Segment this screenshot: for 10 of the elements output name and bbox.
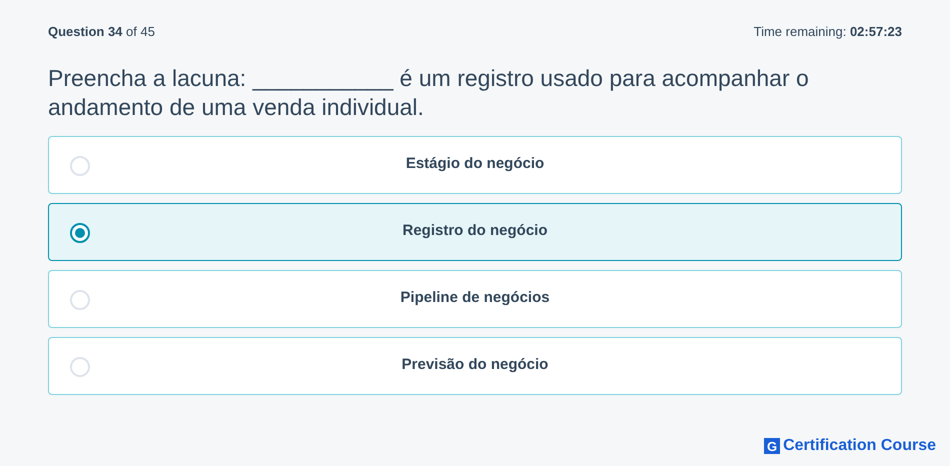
brand-name: Certification Course: [783, 436, 936, 456]
time-remaining: Time remaining: 02:57:23: [754, 23, 902, 41]
answer-option[interactable]: Registro do negócio: [48, 202, 902, 260]
question-counter: Question 34 of 45: [48, 23, 155, 41]
answer-option[interactable]: Estágio do negócio: [48, 136, 902, 194]
answer-option[interactable]: Previsão do negócio: [48, 336, 902, 394]
question-text: Preencha a lacuna: ___________ é um registro usado para acompanhar o andamento de uma venda individual.: [48, 64, 810, 122]
radio-button[interactable]: [70, 222, 90, 242]
brand-logo-icon: G: [764, 438, 780, 454]
answer-option[interactable]: Pipeline de negócios: [48, 270, 902, 328]
